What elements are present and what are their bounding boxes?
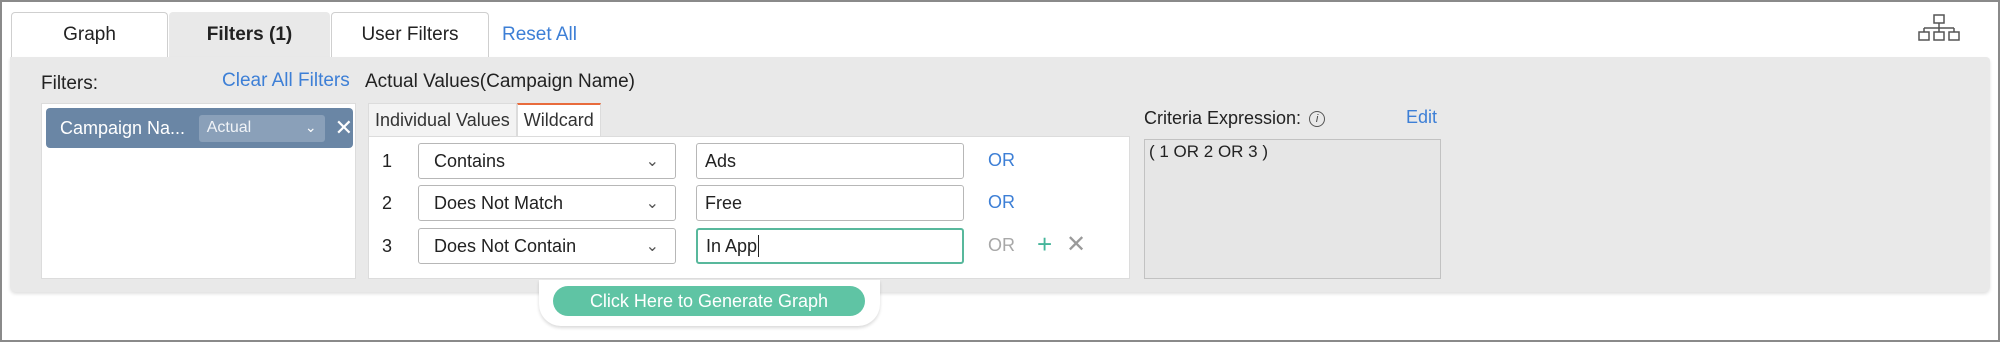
plus-icon[interactable]: + — [1037, 229, 1052, 260]
wildcard-criteria-box: 1 Contains ⌄ Ads OR 2 Does Not Match ⌄ F… — [368, 136, 1130, 279]
tab-graph[interactable]: Graph — [11, 12, 168, 57]
operator-select[interactable]: Contains ⌄ — [418, 143, 676, 179]
operator-select[interactable]: Does Not Match ⌄ — [418, 185, 676, 221]
criteria-row: 2 Does Not Match ⌄ Free OR — [369, 185, 1129, 221]
generate-button-tab: Click Here to Generate Graph — [539, 280, 880, 326]
criteria-row: 3 Does Not Contain ⌄ In App OR + ✕ — [369, 228, 1129, 264]
criteria-expression-box: ( 1 OR 2 OR 3 ) — [1144, 139, 1441, 279]
chevron-down-icon: ⌄ — [304, 118, 317, 135]
criteria-label-text: Criteria Expression: — [1144, 108, 1302, 128]
hierarchy-icon[interactable] — [1918, 14, 1960, 42]
filters-panel: Filters: Clear All Filters Actual Values… — [10, 57, 1990, 292]
operator-value: Contains — [434, 150, 506, 171]
operator-value: Does Not Contain — [434, 235, 577, 256]
value-mode-tabs: Individual Values Wildcard — [368, 103, 601, 136]
value-text: Free — [705, 192, 743, 213]
criteria-expression-label: Criteria Expression: i — [1144, 108, 1326, 129]
chevron-down-icon: ⌄ — [645, 153, 659, 170]
value-text: Ads — [705, 150, 737, 171]
close-icon[interactable]: ✕ — [335, 115, 353, 141]
or-connector[interactable]: OR — [988, 192, 1015, 213]
filter-chip-campaign-name[interactable]: Campaign Na... Actual ⌄ ✕ — [46, 108, 353, 148]
or-connector: OR — [988, 235, 1015, 255]
tab-individual-values[interactable]: Individual Values — [368, 103, 517, 136]
or-connector[interactable]: OR — [988, 150, 1015, 171]
values-title: Actual Values(Campaign Name) — [365, 71, 635, 92]
value-input[interactable]: Ads — [696, 143, 964, 179]
tab-filters[interactable]: Filters (1) — [169, 12, 330, 57]
row-number: 2 — [382, 193, 393, 213]
generate-graph-button[interactable]: Click Here to Generate Graph — [553, 286, 865, 316]
window-frame: Graph Filters (1) User Filters Reset All… — [0, 0, 2000, 342]
value-input[interactable]: Free — [696, 185, 964, 221]
chevron-down-icon: ⌄ — [645, 238, 659, 255]
tab-wildcard[interactable]: Wildcard — [516, 103, 601, 136]
close-icon[interactable]: ✕ — [1066, 230, 1086, 259]
filters-label: Filters: — [41, 73, 98, 94]
value-text: In App — [706, 235, 758, 256]
criteria-row: 1 Contains ⌄ Ads OR — [369, 143, 1129, 179]
tab-user-filters[interactable]: User Filters — [331, 12, 489, 57]
clear-all-filters-link[interactable]: Clear All Filters — [222, 70, 350, 92]
row-number: 3 — [382, 236, 393, 256]
tab-bar: Graph Filters (1) User Filters — [11, 12, 489, 57]
text-caret — [758, 235, 760, 257]
info-icon[interactable]: i — [1309, 110, 1326, 127]
filter-chip-label: Campaign Na... — [60, 117, 186, 138]
chevron-down-icon: ⌄ — [645, 195, 659, 212]
filter-list: Campaign Na... Actual ⌄ ✕ — [41, 103, 356, 279]
operator-value: Does Not Match — [434, 192, 564, 213]
edit-expression-link[interactable]: Edit — [1406, 107, 1437, 128]
reset-all-link[interactable]: Reset All — [502, 24, 577, 46]
aggregation-select[interactable]: Actual ⌄ — [198, 114, 325, 142]
aggregation-value: Actual — [206, 119, 252, 136]
row-number: 1 — [382, 151, 393, 171]
value-input[interactable]: In App — [696, 228, 964, 264]
operator-select[interactable]: Does Not Contain ⌄ — [418, 228, 676, 264]
